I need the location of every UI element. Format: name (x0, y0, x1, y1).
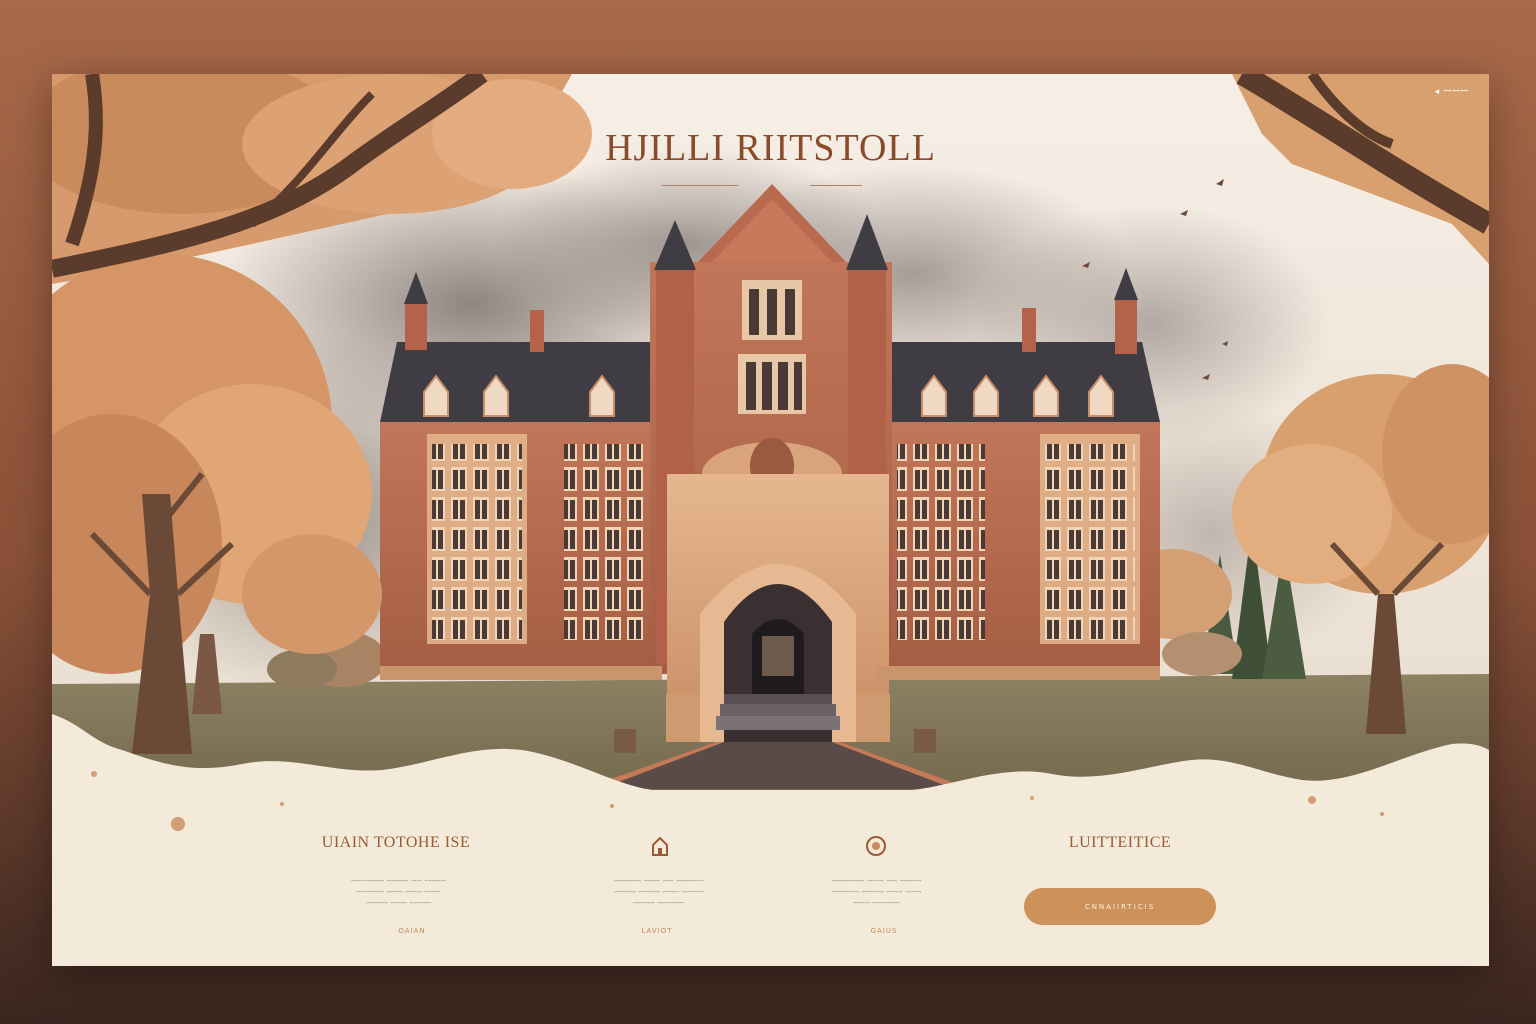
feature-1-description: ꟷꟷꟷꟷꟷꟷ ꟷꟷꟷꟷ ꟷꟷ ꟷꟷꟷꟷ ꟷꟷꟷꟷꟷ ꟷꟷꟷ ꟷꟷꟷ ꟷꟷꟷ ꟷꟷ… (351, 878, 447, 907)
feature-3-link[interactable]: GAIUS (834, 927, 934, 935)
title-divider-right (810, 185, 862, 186)
feature-1-title: UIAIN TOTOHE ISE (321, 834, 471, 851)
feature-3-description: ꟷꟷꟷꟷꟷꟷ ꟷꟷꟷ ꟷꟷ ꟷꟷꟷꟷ ꟷꟷꟷꟷꟷ ꟷꟷꟷꟷ ꟷꟷꟷ ꟷꟷꟷ ꟷꟷ… (832, 878, 922, 907)
site-title: HJILLI RIITSTOLL (605, 127, 936, 169)
cta-button[interactable]: CNNAIIRTICIS (1024, 888, 1216, 925)
feature-4-title: LUITTEITICE (1068, 834, 1172, 851)
house-icon (652, 836, 668, 856)
feature-2-link[interactable]: LAVIOT (607, 927, 707, 935)
page-frame: ◂ ꟷꟷꟷ HJILLI RIITSTOLL UIAIN TOTOHE ISE … (52, 74, 1489, 966)
ring-icon (866, 836, 886, 856)
feature-1-link[interactable]: OAIAN (362, 927, 462, 935)
feature-2-description: ꟷꟷꟷꟷꟷ ꟷꟷꟷ ꟷꟷ ꟷꟷꟷꟷꟷ ꟷꟷꟷꟷ ꟷꟷꟷꟷ ꟷꟷꟷ ꟷꟷꟷꟷ ꟷꟷ… (614, 878, 704, 907)
title-divider-left (662, 185, 738, 186)
hero-illustration (52, 74, 1489, 966)
top-nav[interactable]: ◂ ꟷꟷꟷ (1435, 84, 1469, 97)
